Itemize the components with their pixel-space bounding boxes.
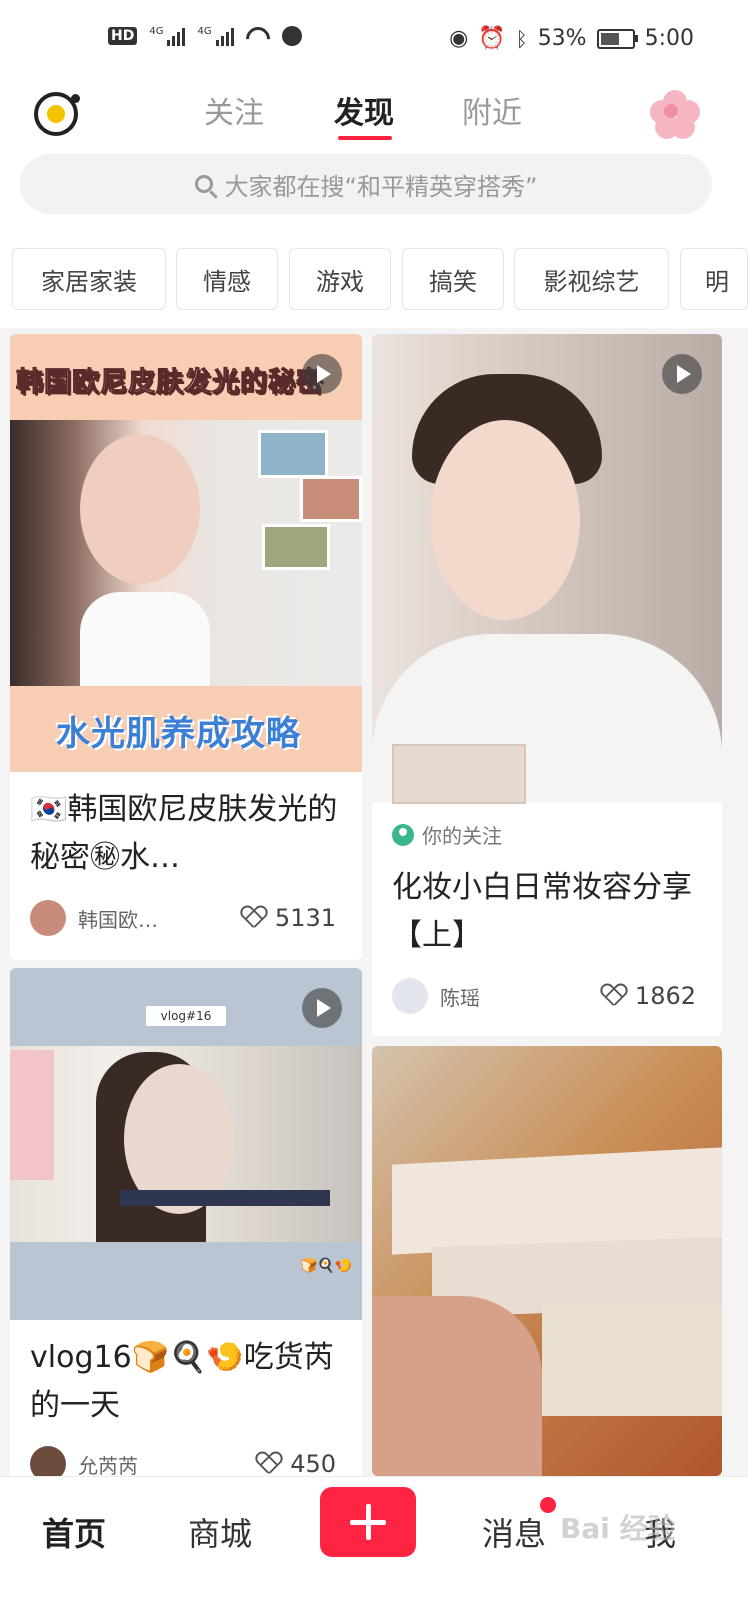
overlay-subtitle: 水光肌养成攻略 <box>56 714 301 754</box>
author-name[interactable]: 陈瑶 <box>440 982 601 1011</box>
user-icon <box>392 823 414 846</box>
avatar[interactable] <box>392 978 428 1014</box>
note-thumbnail <box>372 1046 722 1476</box>
nav-messages[interactable]: 消息 <box>482 1509 546 1555</box>
play-icon <box>302 354 342 394</box>
category-chip[interactable]: 家居家装 <box>12 248 166 310</box>
wall-picture <box>300 476 362 522</box>
status-bar: HD 4G 4G ◉ ⏰ ᛒ 53% 5:00 <box>0 0 748 84</box>
signal-icon-2: 4G <box>197 26 234 46</box>
vlog-label: vlog#16 <box>146 1006 226 1026</box>
note-title: 化妆小白日常妆容分享【上】 <box>392 870 692 953</box>
note-thumbnail: 韩国欧尼皮肤发光的秘密 水光肌养成攻略 <box>10 334 362 772</box>
overlay-title: 韩国欧尼皮肤发光的秘密 <box>16 367 324 399</box>
following-tag: 你的关注 <box>392 820 502 849</box>
search-bar[interactable]: 大家都在搜“和平精英穿搭秀” <box>20 154 712 214</box>
face-shape <box>80 434 200 584</box>
create-post-button[interactable] <box>320 1487 416 1557</box>
heart-icon[interactable] <box>241 906 267 930</box>
tab-nearby[interactable]: 附近 <box>462 88 522 132</box>
alarm-icon: ⏰ <box>478 26 506 51</box>
category-chip[interactable]: 游戏 <box>289 248 391 310</box>
status-left: HD 4G 4G <box>108 26 302 46</box>
note-title: 🇰🇷韩国欧尼皮肤发光的秘密㊙水… <box>30 792 338 875</box>
wall-picture <box>258 430 328 478</box>
battery-percent: 53% <box>537 26 587 51</box>
category-chip[interactable]: 影视综艺 <box>514 248 669 310</box>
tab-following[interactable]: 关注 <box>204 88 264 132</box>
bottom-nav: 首页 商城 消息 我 Bai 经验 <box>0 1476 748 1601</box>
search-icon <box>194 175 213 193</box>
nav-mall[interactable]: 商城 <box>188 1509 252 1555</box>
note-thumbnail <box>372 334 722 804</box>
like-count: 450 <box>290 1450 336 1478</box>
note-card[interactable] <box>372 1046 722 1476</box>
shirt-shape <box>80 592 210 686</box>
like-count: 1862 <box>634 982 696 1010</box>
note-card[interactable]: 你的关注 化妆小白日常妆容分享【上】 陈瑶 1862 <box>372 334 722 1036</box>
active-tab-indicator <box>338 136 392 140</box>
search-placeholder: 大家都在搜“和平精英穿搭秀” <box>224 172 538 201</box>
face-shape <box>430 420 580 620</box>
note-title: vlog16🍞🍳🍤吃货芮的一天 <box>30 1340 334 1423</box>
avatar[interactable] <box>30 900 66 936</box>
like-count: 5131 <box>274 904 336 932</box>
play-icon <box>662 354 702 394</box>
globe-icon <box>281 26 302 46</box>
signal-icon: 4G <box>149 26 186 46</box>
food-emoji-row: 🍞🍳🍤 <box>300 1258 353 1274</box>
hd-icon: HD <box>108 27 138 45</box>
wifi-icon <box>246 27 270 45</box>
category-chip[interactable]: 情感 <box>176 248 278 310</box>
camera-logo-icon[interactable] <box>34 92 80 136</box>
note-thumbnail: vlog#16 🍞🍳🍤 <box>10 968 362 1320</box>
eye-icon: ◉ <box>449 26 469 51</box>
wall-picture <box>262 524 330 570</box>
category-chip[interactable]: 搞笑 <box>402 248 504 310</box>
hand-shape <box>372 1296 542 1476</box>
flower-icon[interactable] <box>650 90 700 140</box>
heart-icon[interactable] <box>601 984 627 1008</box>
clock: 5:00 <box>644 26 694 51</box>
battery-icon <box>596 28 638 49</box>
palette-shape <box>392 744 526 804</box>
note-meta: 韩国欧… 5131 <box>30 898 336 938</box>
note-card[interactable]: vlog#16 🍞🍳🍤 vlog16🍞🍳🍤吃货芮的一天 允芮芮 450 <box>10 968 362 1488</box>
bluetooth-icon: ᛒ <box>515 26 528 51</box>
book-shape <box>542 1306 722 1416</box>
play-icon <box>302 988 342 1028</box>
status-right: ◉ ⏰ ᛒ 53% 5:00 <box>449 26 694 51</box>
towel-shape <box>10 1050 54 1180</box>
author-name[interactable]: 允芮芮 <box>78 1450 256 1479</box>
watermark: Bai 经验 <box>560 1512 676 1545</box>
nav-home[interactable]: 首页 <box>42 1509 106 1555</box>
category-bar: 家居家装 情感 游戏 搞笑 影视综艺 明 <box>0 234 748 328</box>
author-name[interactable]: 韩国欧… <box>78 904 241 933</box>
heart-icon[interactable] <box>256 1452 282 1476</box>
tab-discover[interactable]: 发现 <box>334 88 394 132</box>
note-card[interactable]: 韩国欧尼皮肤发光的秘密 水光肌养成攻略 🇰🇷韩国欧尼皮肤发光的秘密㊙水… 韩国欧… <box>10 334 362 960</box>
caption-strip <box>120 1190 330 1206</box>
note-meta: 陈瑶 1862 <box>392 976 696 1016</box>
category-chip[interactable]: 明 <box>680 248 748 310</box>
notification-dot <box>540 1497 556 1513</box>
